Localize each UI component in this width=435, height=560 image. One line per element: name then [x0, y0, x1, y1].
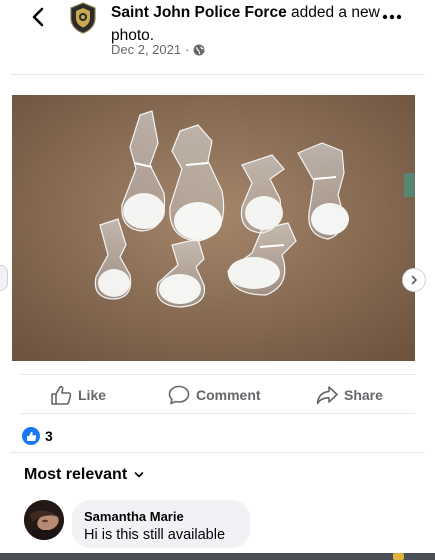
comment-label: Comment: [196, 387, 261, 403]
comments-divider: [10, 452, 425, 453]
comment-bubble-icon: [168, 385, 190, 405]
back-arrow-icon[interactable]: [28, 6, 50, 28]
page-avatar[interactable]: [68, 2, 98, 34]
share-label: Share: [344, 387, 383, 403]
previous-photo-tab[interactable]: [0, 265, 8, 291]
more-options-icon[interactable]: [380, 10, 404, 24]
reactions-summary[interactable]: 3: [22, 427, 53, 445]
scroll-thumb[interactable]: [393, 553, 404, 560]
next-photo-button[interactable]: [402, 268, 426, 292]
bag-3: [240, 154, 285, 234]
comment-sort-dropdown[interactable]: Most relevant: [24, 466, 144, 484]
post-action-bar: Like Comment Share: [20, 374, 415, 414]
comment-author[interactable]: Samantha Marie: [84, 509, 238, 524]
avatar[interactable]: [24, 500, 64, 540]
thumbs-up-icon: [51, 385, 72, 405]
page-name[interactable]: Saint John Police Force: [111, 4, 287, 21]
header-divider: [10, 74, 425, 75]
bags-photo-illustration: [12, 95, 415, 361]
globe-icon: [193, 44, 205, 55]
meta-separator: ·: [185, 42, 190, 57]
like-button[interactable]: Like: [50, 385, 106, 405]
post-headline: Saint John Police Force added a new phot…: [111, 1, 381, 47]
post-meta: Dec 2, 2021 ·: [111, 42, 205, 57]
like-label: Like: [78, 387, 107, 403]
comment-text: Hi is this still available: [84, 527, 226, 543]
chevron-down-icon: [134, 472, 144, 478]
post-photo[interactable]: [12, 95, 415, 361]
share-button[interactable]: Share: [316, 385, 383, 405]
comment-button[interactable]: Comment: [168, 385, 261, 405]
bottom-scroll-bar[interactable]: [0, 553, 435, 560]
post-date[interactable]: Dec 2, 2021: [111, 42, 181, 57]
reaction-count: 3: [45, 428, 53, 444]
like-icon: [22, 427, 40, 445]
post-header: Saint John Police Force added a new phot…: [0, 0, 435, 76]
comment-bubble: Samantha Marie Hi is this still availabl…: [72, 500, 250, 548]
sort-label: Most relevant: [24, 466, 128, 483]
share-arrow-icon: [316, 386, 338, 405]
chevron-right-icon: [411, 275, 417, 285]
